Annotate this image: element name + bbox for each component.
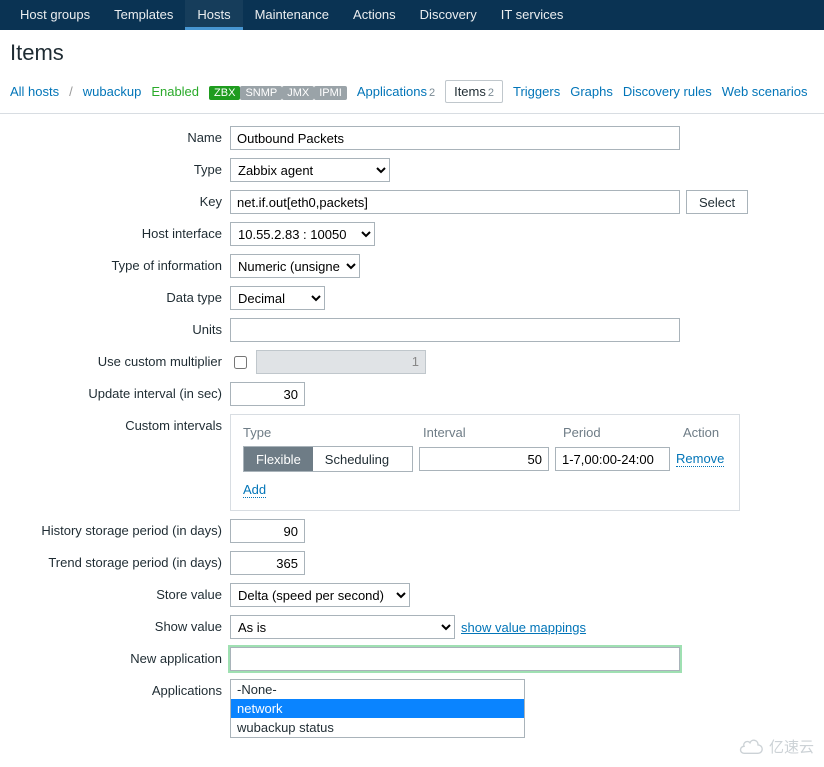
tab-items-count: 2: [488, 87, 494, 99]
label-update-interval: Update interval (in sec): [0, 382, 230, 401]
availability-tags: ZBXSNMPJMXIPMI: [209, 84, 347, 100]
breadcrumb-all-hosts[interactable]: All hosts: [10, 84, 59, 99]
name-input[interactable]: [230, 126, 680, 150]
label-new-application: New application: [0, 647, 230, 666]
ci-header-type: Type: [243, 425, 423, 440]
app-option-wubackup-status[interactable]: wubackup status: [231, 718, 524, 737]
ci-interval-input[interactable]: [419, 447, 549, 471]
breadcrumb-host[interactable]: wubackup: [83, 84, 142, 99]
store-value-select[interactable]: Delta (speed per second): [230, 583, 410, 607]
tab-applications-count: 2: [429, 87, 435, 99]
show-value-select[interactable]: As is: [230, 615, 455, 639]
nav-hosts[interactable]: Hosts: [185, 0, 242, 30]
nav-host-groups[interactable]: Host groups: [8, 0, 102, 30]
avail-jmx: JMX: [282, 86, 314, 100]
tab-triggers[interactable]: Triggers: [513, 84, 560, 99]
type-select[interactable]: Zabbix agent: [230, 158, 390, 182]
update-interval-input[interactable]: [230, 382, 305, 406]
ci-header-interval: Interval: [423, 425, 563, 440]
tab-graphs[interactable]: Graphs: [570, 84, 613, 99]
host-interface-select[interactable]: 10.55.2.83 : 10050: [230, 222, 375, 246]
units-input[interactable]: [230, 318, 680, 342]
label-units: Units: [0, 318, 230, 337]
avail-snmp: SNMP: [240, 86, 282, 100]
ci-header-action: Action: [683, 425, 727, 440]
multiplier-value: 1: [256, 350, 426, 374]
ci-type-scheduling[interactable]: Scheduling: [313, 447, 401, 471]
app-option-none[interactable]: -None-: [231, 680, 524, 699]
top-nav: Host groups Templates Hosts Maintenance …: [0, 0, 824, 30]
watermark: 亿速云: [737, 736, 814, 757]
breadcrumb-separator: /: [69, 84, 73, 99]
nav-actions[interactable]: Actions: [341, 0, 408, 30]
tab-discovery-rules[interactable]: Discovery rules: [623, 84, 712, 99]
custom-intervals-box: Type Interval Period Action Flexible Sch…: [230, 414, 740, 511]
show-value-mappings-link[interactable]: show value mappings: [461, 620, 586, 635]
ci-row: Flexible Scheduling Remove: [243, 446, 727, 472]
label-key: Key: [0, 190, 230, 209]
label-use-multiplier: Use custom multiplier: [0, 350, 230, 369]
label-data-type: Data type: [0, 286, 230, 305]
nav-templates[interactable]: Templates: [102, 0, 185, 30]
ci-remove-link[interactable]: Remove: [676, 451, 724, 467]
new-application-input[interactable]: [230, 647, 680, 671]
tab-applications[interactable]: Applications: [357, 84, 427, 99]
use-multiplier-checkbox[interactable]: [234, 356, 247, 369]
ci-header-period: Period: [563, 425, 683, 440]
item-form: Name Type Zabbix agent Key Select Host i…: [0, 113, 824, 738]
avail-ipmi: IPMI: [314, 86, 347, 100]
tab-web-scenarios[interactable]: Web scenarios: [722, 84, 808, 99]
label-type-of-info: Type of information: [0, 254, 230, 273]
key-input[interactable]: [230, 190, 680, 214]
nav-it-services[interactable]: IT services: [489, 0, 576, 30]
label-history: History storage period (in days): [0, 519, 230, 538]
cloud-icon: [737, 738, 765, 756]
label-applications: Applications: [0, 679, 230, 698]
breadcrumb-subnav: All hosts / wubackup Enabled ZBXSNMPJMXI…: [0, 74, 824, 113]
tab-applications-wrap[interactable]: Applications2: [357, 84, 435, 99]
ci-type-flexible[interactable]: Flexible: [244, 447, 313, 471]
avail-zbx: ZBX: [209, 86, 240, 100]
key-select-button[interactable]: Select: [686, 190, 748, 214]
label-custom-intervals: Custom intervals: [0, 414, 230, 433]
ci-period-input[interactable]: [555, 447, 670, 471]
type-of-info-select[interactable]: Numeric (unsigned): [230, 254, 360, 278]
label-store-value: Store value: [0, 583, 230, 602]
nav-discovery[interactable]: Discovery: [408, 0, 489, 30]
label-show-value: Show value: [0, 615, 230, 634]
data-type-select[interactable]: Decimal: [230, 286, 325, 310]
nav-maintenance[interactable]: Maintenance: [243, 0, 341, 30]
history-input[interactable]: [230, 519, 305, 543]
host-status: Enabled: [151, 84, 199, 99]
label-host-interface: Host interface: [0, 222, 230, 241]
applications-listbox[interactable]: -None- network wubackup status: [230, 679, 525, 738]
tab-items[interactable]: Items2: [445, 80, 503, 103]
page-title: Items: [0, 30, 824, 74]
label-name: Name: [0, 126, 230, 145]
ci-type-toggle[interactable]: Flexible Scheduling: [243, 446, 413, 472]
app-option-network[interactable]: network: [231, 699, 524, 718]
label-trend: Trend storage period (in days): [0, 551, 230, 570]
ci-add-link[interactable]: Add: [243, 482, 266, 498]
label-type: Type: [0, 158, 230, 177]
trend-input[interactable]: [230, 551, 305, 575]
